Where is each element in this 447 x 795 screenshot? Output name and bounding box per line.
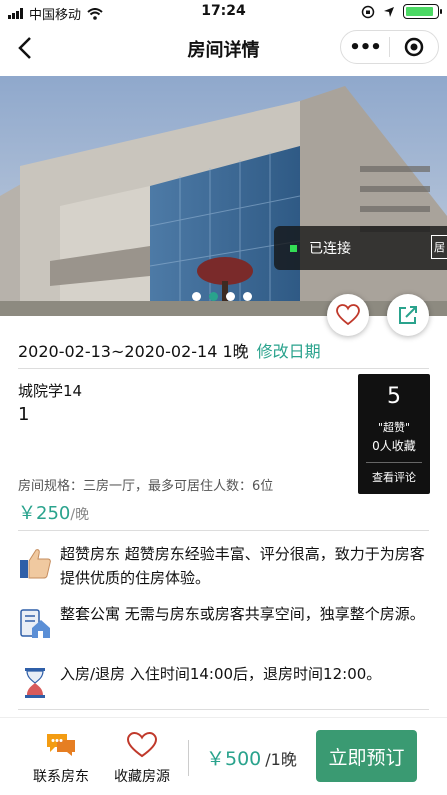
feature-text: 入房/退房 入住时间14:00后，退房时间12:00。: [60, 665, 382, 683]
view-reviews-link[interactable]: 查看评论: [358, 469, 430, 485]
feature-text: 整套公寓 无需与房东或房客共享空间，独享整个房源。: [60, 605, 425, 623]
share-icon: [399, 306, 417, 324]
more-button[interactable]: •••: [341, 37, 389, 58]
battery-icon: [403, 4, 442, 19]
price-value: ￥250: [18, 503, 71, 524]
contact-host-button[interactable]: 联系房东: [25, 730, 97, 786]
share-button[interactable]: [387, 294, 429, 336]
bottom-divider: [188, 740, 189, 776]
rating-tag: "超赞": [377, 421, 411, 434]
heart-icon: [336, 304, 360, 326]
favorite-button[interactable]: [327, 294, 369, 336]
feature-checkin-checkout: 入房/退房 入住时间14:00后，退房时间12:00。: [18, 662, 430, 698]
rating-score: 5: [387, 384, 401, 409]
connection-status: 已连接 居: [274, 226, 447, 270]
total-price: ￥500/1晚: [206, 744, 297, 771]
contact-host-label: 联系房东: [33, 769, 89, 785]
total-price-unit: /1晚: [265, 750, 297, 769]
divider: [18, 709, 429, 710]
chat-bubble-icon: [47, 734, 75, 756]
house-icon: [20, 609, 50, 638]
nav-bar: 房间详情 •••: [0, 24, 447, 72]
close-mini-program-button[interactable]: [390, 37, 438, 57]
feature-text: 超赞房东 超赞房东经验丰富、评分很高，致力于为房客提供优质的住房体验。: [60, 545, 425, 587]
thumbs-up-icon: [20, 549, 51, 579]
divider: [18, 368, 429, 369]
carousel-dot[interactable]: [192, 292, 201, 301]
status-right: [361, 4, 442, 19]
carousel-dot[interactable]: [209, 292, 218, 301]
total-price-value: ￥500: [206, 748, 262, 770]
room-spec: 房间规格：三房一厅，最多可居住人数：6位: [18, 479, 274, 494]
favorite-listing-label: 收藏房源: [114, 769, 170, 785]
building-photo: [0, 76, 447, 316]
edit-dates-link[interactable]: 修改日期: [257, 342, 321, 361]
hourglass-icon: [25, 668, 45, 698]
price-unit: /晚: [70, 507, 90, 523]
favorite-count: 0人收藏: [372, 439, 416, 453]
room-number: 1: [18, 404, 30, 425]
feature-entire-apartment: 整套公寓 无需与房东或房客共享空间，独享整个房源。: [18, 602, 430, 638]
booking-dates: 2020-02-13~2020-02-14 1晚 修改日期: [18, 338, 321, 362]
divider: [18, 530, 429, 531]
favorite-icon-wrap: [106, 730, 178, 760]
favorite-listing-button[interactable]: 收藏房源: [106, 730, 178, 786]
mini-program-capsule: •••: [340, 30, 439, 64]
location-arrow-icon: [384, 6, 394, 17]
carousel-dot[interactable]: [243, 292, 252, 301]
carousel-dot[interactable]: [226, 292, 235, 301]
target-icon: [404, 37, 424, 57]
room-photo[interactable]: [0, 76, 447, 316]
rating-divider: [366, 462, 422, 463]
connected-indicator: [290, 244, 297, 252]
battery-level: [406, 7, 433, 16]
bottom-action-bar: 联系房东 收藏房源 ￥500/1晚 立即预订: [0, 717, 447, 795]
date-range: 2020-02-13~2020-02-14 1晚: [18, 342, 249, 361]
room-name: 城院学14: [18, 382, 83, 400]
contact-icon-wrap: [25, 730, 97, 760]
book-now-button[interactable]: 立即预订: [316, 730, 417, 782]
heart-icon: [127, 732, 157, 758]
status-bar: 中国移动 17:24: [0, 0, 447, 24]
connection-text: 已连接: [309, 241, 351, 257]
connection-tag[interactable]: 居: [431, 235, 447, 259]
rotation-lock-icon: [361, 5, 375, 18]
nightly-price: ￥250/晚: [18, 499, 89, 525]
rating-card: 5 "超赞" 0人收藏 查看评论: [358, 374, 430, 494]
carousel-dots[interactable]: [192, 292, 252, 301]
feature-superhost: 超赞房东 超赞房东经验丰富、评分很高，致力于为房客提供优质的住房体验。: [18, 542, 430, 590]
